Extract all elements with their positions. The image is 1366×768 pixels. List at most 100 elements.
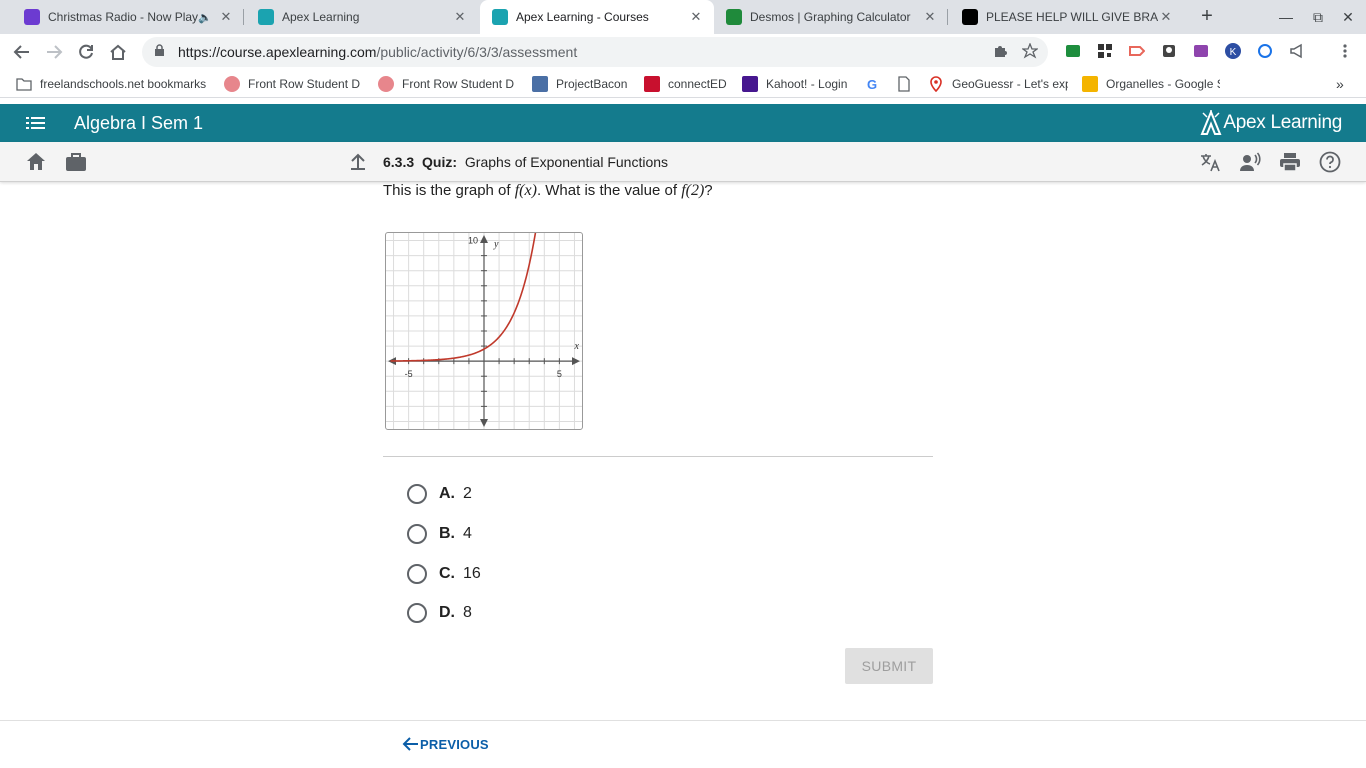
close-icon[interactable]: ✕ bbox=[218, 9, 234, 25]
close-icon[interactable]: ✕ bbox=[1158, 9, 1174, 25]
browser-tab-desmos[interactable]: Desmos | Graphing Calculator ✕ bbox=[714, 0, 948, 34]
print-icon[interactable] bbox=[1279, 151, 1301, 173]
choice-a[interactable]: A. 2 bbox=[407, 484, 472, 504]
reload-icon[interactable] bbox=[74, 40, 98, 64]
brand-name: Apex Learning bbox=[1223, 112, 1342, 133]
bookmark-organelles[interactable]: Organelles - Google S bbox=[1082, 76, 1220, 92]
bookmark-geoguessr[interactable]: GeoGuessr - Let's exp bbox=[928, 76, 1068, 92]
graph-svg: -5 5 10 x y bbox=[386, 229, 582, 429]
brainly-favicon-icon bbox=[962, 9, 978, 25]
help-icon[interactable] bbox=[1319, 151, 1341, 173]
svg-text:K: K bbox=[1230, 47, 1237, 58]
back-arrow-icon[interactable] bbox=[10, 40, 34, 64]
restore-icon[interactable]: ⧉ bbox=[1308, 7, 1328, 27]
kahoot-icon bbox=[742, 76, 758, 92]
bookmarks-bar: freelandschools.net bookmarks Front Row … bbox=[0, 70, 1366, 98]
close-icon[interactable]: ✕ bbox=[688, 9, 704, 25]
kami-extension-icon[interactable]: K bbox=[1224, 42, 1242, 60]
radio-button[interactable] bbox=[407, 564, 427, 584]
y-axis-label: y bbox=[493, 239, 499, 250]
activity-number: 6.3.3 bbox=[383, 154, 415, 170]
bookmark-label: GeoGuessr - Let's exp bbox=[952, 77, 1068, 91]
url-text: https://course.apexlearning.com/public/a… bbox=[178, 44, 578, 60]
apex-favicon-icon bbox=[492, 9, 508, 25]
x-axis-right-arrow bbox=[572, 357, 580, 366]
divider bbox=[383, 456, 933, 457]
y-tick-label: 10 bbox=[468, 236, 478, 246]
lock-icon bbox=[154, 44, 168, 60]
previous-button[interactable]: PREVIOUS bbox=[402, 736, 489, 752]
tab-separator bbox=[243, 9, 244, 25]
address-bar[interactable]: https://course.apexlearning.com/public/a… bbox=[142, 37, 1048, 67]
activity-title: Graphs of Exponential Functions bbox=[464, 154, 669, 170]
purple-extension-icon[interactable] bbox=[1192, 42, 1210, 60]
x-axis-label: x bbox=[574, 341, 580, 352]
x-tick-label-neg: -5 bbox=[405, 369, 413, 379]
activity-breadcrumb: 6.3.3 Quiz: Graphs of Exponential Functi… bbox=[383, 154, 668, 170]
tab-title: Apex Learning - Courses bbox=[516, 10, 649, 24]
choice-value: 16 bbox=[463, 565, 481, 582]
bookmark-label: Front Row Student D bbox=[402, 77, 515, 91]
browser-tab-christmas-radio[interactable]: Christmas Radio - Now Playing 🔈 ✕ bbox=[12, 0, 244, 34]
bookmark-kahoot[interactable]: Kahoot! - Login bbox=[742, 76, 847, 92]
front-row-pig-icon bbox=[224, 76, 240, 92]
bookmark-label: Organelles - Google S bbox=[1106, 77, 1220, 91]
bookmark-star-icon[interactable] bbox=[1021, 42, 1039, 62]
bookmark-page[interactable] bbox=[896, 76, 920, 92]
close-icon[interactable]: ✕ bbox=[922, 9, 938, 25]
radio-button[interactable] bbox=[407, 484, 427, 504]
home-icon[interactable] bbox=[106, 40, 130, 64]
cast-extension-icon[interactable] bbox=[1064, 42, 1082, 60]
choice-b[interactable]: B. 4 bbox=[407, 524, 472, 544]
browser-tab-apex-learning[interactable]: Apex Learning ✕ bbox=[246, 0, 478, 34]
bookmark-projectbacon[interactable]: ProjectBacon bbox=[532, 76, 627, 92]
translate-icon[interactable] bbox=[1199, 151, 1221, 173]
minimize-icon[interactable]: — bbox=[1276, 7, 1296, 27]
apex-favicon-icon bbox=[258, 9, 274, 25]
choice-letter: B. bbox=[439, 525, 455, 542]
menu-icon[interactable] bbox=[26, 115, 45, 131]
bookmark-freelandschools[interactable]: freelandschools.net bookmarks bbox=[16, 76, 206, 92]
text-to-speech-icon[interactable] bbox=[1239, 151, 1261, 173]
browser-menu-icon[interactable] bbox=[1336, 42, 1354, 60]
megaphone-extension-icon[interactable] bbox=[1288, 42, 1306, 60]
previous-label: PREVIOUS bbox=[420, 736, 489, 752]
submit-button[interactable]: SUBMIT bbox=[845, 648, 933, 684]
google-slides-icon bbox=[1082, 76, 1098, 92]
more-bookmarks-chevron-icon[interactable]: » bbox=[1336, 76, 1344, 92]
page-icon bbox=[896, 76, 912, 92]
browser-tab-apex-courses[interactable]: Apex Learning - Courses ✕ bbox=[480, 0, 714, 34]
briefcase-icon[interactable] bbox=[65, 151, 87, 173]
bookmark-front-row-2[interactable]: Front Row Student D bbox=[378, 76, 516, 92]
radio-button[interactable] bbox=[407, 603, 427, 623]
bookmark-label: ProjectBacon bbox=[556, 77, 628, 91]
choice-c[interactable]: C. 16 bbox=[407, 564, 481, 584]
app-header: Algebra I Sem 1 Apex Learning bbox=[0, 104, 1366, 142]
apex-learning-logo[interactable]: Apex Learning bbox=[1199, 110, 1342, 136]
window-close-icon[interactable]: ✕ bbox=[1338, 7, 1358, 27]
speaker-icon[interactable]: 🔈 bbox=[198, 11, 212, 24]
bookmark-connected[interactable]: connectED bbox=[644, 76, 727, 92]
course-title: Algebra I Sem 1 bbox=[74, 113, 204, 133]
apex-logo-icon bbox=[1200, 110, 1222, 135]
browser-tab-brainly[interactable]: PLEASE HELP WILL GIVE BRAINLIEST ✕ bbox=[950, 0, 1184, 34]
swirl-extension-icon[interactable] bbox=[1256, 42, 1274, 60]
close-icon[interactable]: ✕ bbox=[452, 9, 468, 25]
radio-button[interactable] bbox=[407, 524, 427, 544]
projectbacon-icon bbox=[532, 76, 548, 92]
bookmark-google[interactable]: G bbox=[864, 76, 888, 92]
forward-arrow-icon[interactable] bbox=[42, 40, 66, 64]
choice-value: 2 bbox=[463, 485, 472, 502]
qr-code-extension-icon[interactable] bbox=[1096, 42, 1114, 60]
bookmark-label: freelandschools.net bookmarks bbox=[40, 77, 207, 91]
up-arrow-icon[interactable] bbox=[347, 151, 369, 173]
lightbulb-extension-icon[interactable] bbox=[1160, 42, 1178, 60]
bookmark-front-row-1[interactable]: Front Row Student D bbox=[224, 76, 362, 92]
screencast-extension-icon[interactable] bbox=[1128, 42, 1146, 60]
extension-puzzle-icon[interactable] bbox=[992, 43, 1008, 62]
choice-d[interactable]: D. 8 bbox=[407, 603, 472, 623]
new-tab-plus-icon[interactable]: + bbox=[1196, 5, 1218, 27]
map-pin-icon bbox=[928, 76, 944, 92]
browser-toolbar: https://course.apexlearning.com/public/a… bbox=[0, 34, 1366, 70]
home-icon[interactable] bbox=[25, 151, 47, 173]
